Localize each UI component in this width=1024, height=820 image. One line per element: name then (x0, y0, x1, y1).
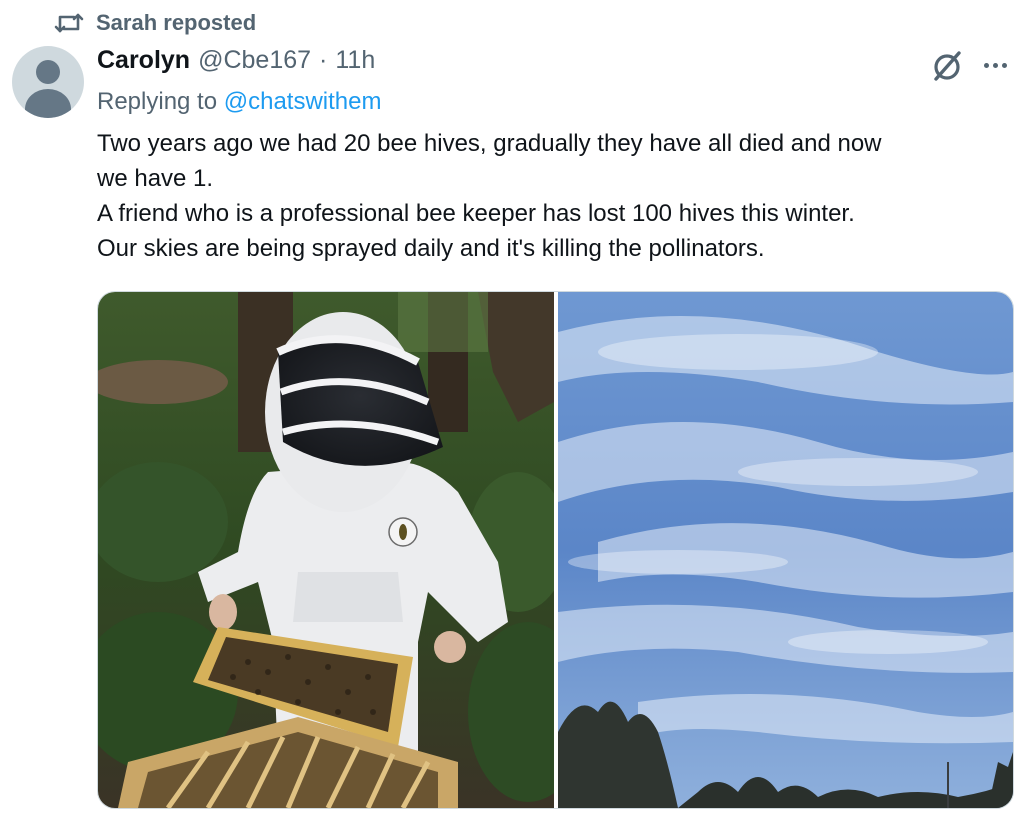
beekeeper-photo[interactable] (98, 292, 554, 808)
replying-to-mention[interactable]: @chatswithem (224, 88, 382, 115)
tweet-text-line: Two years ago we had 20 bee hives, gradu… (97, 130, 882, 157)
sky-photo[interactable] (558, 292, 1013, 808)
tweet-header: Carolyn @Cbe167 · 11h (97, 46, 375, 82)
grok-icon[interactable] (930, 49, 964, 83)
tweet-time[interactable]: 11h (335, 46, 375, 75)
avatar[interactable] (12, 46, 84, 118)
repost-indicator[interactable]: Sarah reposted (54, 8, 256, 38)
author-name[interactable]: Carolyn (97, 46, 190, 75)
header-separator: · (319, 46, 328, 74)
tweet-text-line: Our skies are being sprayed daily and it… (97, 235, 765, 262)
more-options-icon[interactable] (975, 50, 1015, 80)
author-handle[interactable]: @Cbe167 (198, 46, 311, 75)
repost-icon (54, 13, 84, 33)
replying-prefix: Replying to (97, 88, 218, 115)
replying-to: Replying to @chatswithem (97, 88, 382, 116)
media-grid (97, 291, 1014, 809)
tweet-text: Two years ago we had 20 bee hives, gradu… (97, 126, 997, 266)
tweet-text-line: A friend who is a professional bee keepe… (97, 200, 855, 227)
default-avatar-icon (36, 60, 60, 84)
tweet-text-line: we have 1. (97, 165, 214, 192)
repost-label[interactable]: Sarah reposted (96, 10, 256, 36)
